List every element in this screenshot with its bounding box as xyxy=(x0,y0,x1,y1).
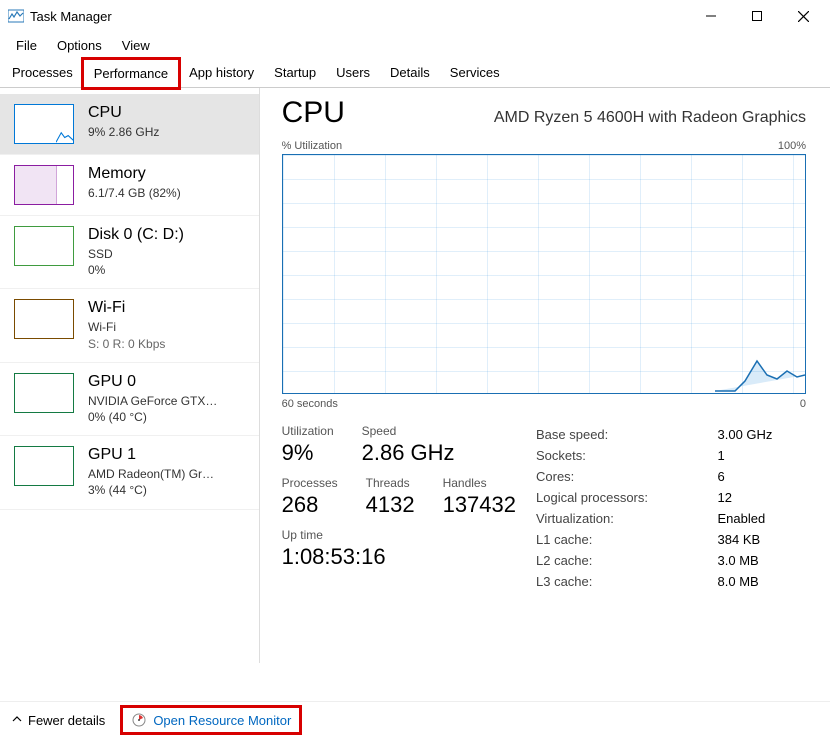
sidebar-item-sub2: 3% (44 °C) xyxy=(88,482,214,498)
sidebar-item-label: Wi-Fi xyxy=(88,299,165,317)
sidebar-item-sub: SSD xyxy=(88,246,184,262)
spec-cores: 6 xyxy=(700,466,806,487)
sidebar-item-gpu1[interactable]: GPU 1 AMD Radeon(TM) Gr… 3% (44 °C) xyxy=(0,436,259,509)
stat-uptime: 1:08:53:16 xyxy=(282,544,386,570)
tab-services[interactable]: Services xyxy=(440,59,510,87)
spec-label: Virtualization: xyxy=(536,508,700,529)
sidebar-item-sub: 6.1/7.4 GB (82%) xyxy=(88,185,181,201)
cpu-model: AMD Ryzen 5 4600H with Radeon Graphics xyxy=(494,109,806,127)
stat-label-handles: Handles xyxy=(443,476,516,490)
fewer-details-label: Fewer details xyxy=(28,713,105,728)
tab-processes[interactable]: Processes xyxy=(2,59,83,87)
sidebar-item-sub: AMD Radeon(TM) Gr… xyxy=(88,466,214,482)
page-title: CPU xyxy=(282,96,345,130)
spec-label: L1 cache: xyxy=(536,529,700,550)
menu-file[interactable]: File xyxy=(6,36,47,55)
disk-thumbnail xyxy=(14,226,74,266)
minimize-button[interactable] xyxy=(688,0,734,32)
graph-x-left: 60 seconds xyxy=(282,398,338,410)
tab-performance[interactable]: Performance xyxy=(83,59,179,88)
menu-options[interactable]: Options xyxy=(47,36,112,55)
tab-strip: Processes Performance App history Startu… xyxy=(0,59,830,88)
spec-l1: 384 KB xyxy=(700,529,806,550)
graph-y-max: 100% xyxy=(778,140,806,152)
titlebar: Task Manager xyxy=(0,0,830,32)
open-resource-monitor-button[interactable]: Open Resource Monitor xyxy=(123,708,299,732)
resource-monitor-icon xyxy=(131,712,147,728)
spec-base-speed: 3.00 GHz xyxy=(700,424,806,445)
cpu-thumbnail xyxy=(14,104,74,144)
sidebar-item-sub2: S: 0 R: 0 Kbps xyxy=(88,336,165,352)
stat-utilization: 9% xyxy=(282,440,334,466)
sidebar-item-label: Disk 0 (C: D:) xyxy=(88,226,184,244)
spec-label: Base speed: xyxy=(536,424,700,445)
wifi-thumbnail xyxy=(14,299,74,339)
stat-processes: 268 xyxy=(282,492,338,518)
sidebar-item-label: Memory xyxy=(88,165,181,183)
spec-label: L2 cache: xyxy=(536,550,700,571)
footer: Fewer details Open Resource Monitor xyxy=(0,701,830,738)
close-button[interactable] xyxy=(780,0,826,32)
sidebar-item-sub: NVIDIA GeForce GTX… xyxy=(88,393,217,409)
sidebar-item-gpu0[interactable]: GPU 0 NVIDIA GeForce GTX… 0% (40 °C) xyxy=(0,363,259,436)
sidebar: CPU 9% 2.86 GHz Memory 6.1/7.4 GB (82%) … xyxy=(0,88,260,663)
menu-view[interactable]: View xyxy=(112,36,160,55)
sidebar-item-disk0[interactable]: Disk 0 (C: D:) SSD 0% xyxy=(0,216,259,289)
sidebar-item-label: CPU xyxy=(88,104,159,122)
utilization-graph xyxy=(282,154,806,394)
spec-label: Cores: xyxy=(536,466,700,487)
spec-sockets: 1 xyxy=(700,445,806,466)
fewer-details-button[interactable]: Fewer details xyxy=(12,713,105,728)
stat-threads: 4132 xyxy=(366,492,415,518)
stat-label-speed: Speed xyxy=(362,424,455,438)
stat-label-processes: Processes xyxy=(282,476,338,490)
sidebar-item-memory[interactable]: Memory 6.1/7.4 GB (82%) xyxy=(0,155,259,216)
sidebar-item-sub2: 0% xyxy=(88,262,184,278)
sidebar-item-cpu[interactable]: CPU 9% 2.86 GHz xyxy=(0,94,259,155)
chevron-up-icon xyxy=(12,714,22,727)
stat-handles: 137432 xyxy=(443,492,516,518)
spec-l3: 8.0 MB xyxy=(700,571,806,592)
tab-details[interactable]: Details xyxy=(380,59,440,87)
graph-x-right: 0 xyxy=(800,398,806,410)
stat-label-threads: Threads xyxy=(366,476,415,490)
window-title: Task Manager xyxy=(30,9,112,24)
spec-label: Logical processors: xyxy=(536,487,700,508)
tab-users[interactable]: Users xyxy=(326,59,380,87)
maximize-button[interactable] xyxy=(734,0,780,32)
spec-virtualization: Enabled xyxy=(700,508,806,529)
gpu0-thumbnail xyxy=(14,373,74,413)
menubar: File Options View xyxy=(0,32,830,59)
sidebar-item-label: GPU 1 xyxy=(88,446,214,464)
graph-y-label: % Utilization xyxy=(282,140,343,152)
app-icon xyxy=(8,8,24,24)
spec-label: L3 cache: xyxy=(536,571,700,592)
sidebar-item-sub2: 0% (40 °C) xyxy=(88,409,217,425)
open-resource-monitor-label: Open Resource Monitor xyxy=(153,713,291,728)
sidebar-item-sub: Wi-Fi xyxy=(88,319,165,335)
main-panel: CPU AMD Ryzen 5 4600H with Radeon Graphi… xyxy=(264,88,830,663)
content: CPU 9% 2.86 GHz Memory 6.1/7.4 GB (82%) … xyxy=(0,88,830,663)
tab-apphistory[interactable]: App history xyxy=(179,59,264,87)
gpu1-thumbnail xyxy=(14,446,74,486)
spec-logical: 12 xyxy=(700,487,806,508)
stat-speed: 2.86 GHz xyxy=(362,440,455,466)
stat-label-utilization: Utilization xyxy=(282,424,334,438)
sidebar-item-label: GPU 0 xyxy=(88,373,217,391)
tab-startup[interactable]: Startup xyxy=(264,59,326,87)
sidebar-item-sub: 9% 2.86 GHz xyxy=(88,124,159,140)
spec-label: Sockets: xyxy=(536,445,700,466)
memory-thumbnail xyxy=(14,165,74,205)
sidebar-item-wifi[interactable]: Wi-Fi Wi-Fi S: 0 R: 0 Kbps xyxy=(0,289,259,362)
stat-label-uptime: Up time xyxy=(282,528,386,542)
spec-l2: 3.0 MB xyxy=(700,550,806,571)
cpu-specs: Base speed:3.00 GHz Sockets:1 Cores:6 Lo… xyxy=(536,424,806,592)
